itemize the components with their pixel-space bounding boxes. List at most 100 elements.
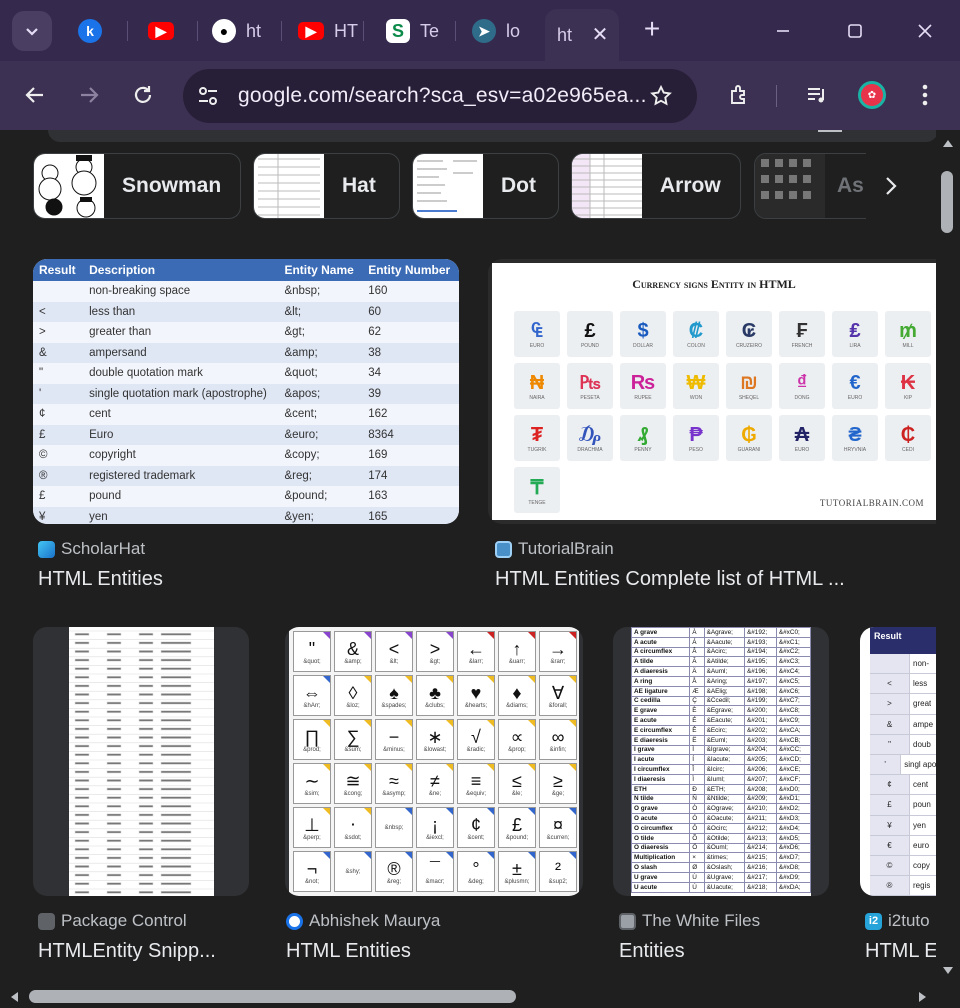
result-title[interactable]: HTMLEntity Snipp... [38, 940, 238, 963]
currency-symbol: ₫ [796, 371, 808, 394]
symbol-cell: ± &plusmn; [498, 851, 536, 892]
symbol-code: &diams; [506, 702, 528, 709]
close-tab-icon[interactable]: ✕ [589, 23, 611, 46]
result-image-i2tutorials[interactable]: Result non- < less > great & ampe " doub ' singl a… [860, 627, 936, 896]
result-image-packagecontrol[interactable] [33, 627, 249, 896]
back-button[interactable] [18, 78, 52, 112]
symbol-glyph: ⇔ [303, 682, 321, 703]
table-cell: &Euml; [703, 734, 745, 746]
scroll-right-icon[interactable] [918, 991, 928, 1003]
symbol-code: &loz; [346, 702, 360, 709]
chips-next-button[interactable] [866, 160, 916, 212]
table-cell: ¥ [870, 815, 910, 835]
tab-3[interactable]: ● ht [198, 10, 282, 52]
result-source[interactable]: ScholarHat [38, 539, 145, 559]
currency-symbol: ₰ [637, 423, 649, 446]
result-image-tutorialbrain[interactable]: Currency signs Entity in HTML ₠ EURO £ POUN… [488, 259, 936, 524]
result-source[interactable]: Package Control [38, 911, 187, 931]
result-title[interactable]: Entities [619, 940, 819, 963]
result-image-whitefiles[interactable]: A grave À &Agrave; &#192; &#xC0; A acute Á &Aac… [613, 627, 829, 896]
table-cell: &pound; [278, 486, 363, 507]
tab-6[interactable]: ➤ lo [458, 10, 542, 52]
table-cell: AE ligature [631, 685, 691, 697]
extensions-button[interactable] [722, 78, 756, 112]
currency-name: NAIRA [529, 394, 545, 401]
table-cell: 62 [362, 322, 459, 343]
table-cell: less [913, 679, 928, 689]
chip-dot[interactable]: Dot [412, 153, 559, 219]
chip-arrow[interactable]: Arrow [571, 153, 741, 219]
star-icon[interactable] [649, 84, 673, 108]
chip-as[interactable]: As [754, 153, 866, 219]
table-cell: × [689, 852, 705, 864]
result-title[interactable]: HTML E [865, 940, 936, 963]
result-source[interactable]: The White Files [619, 911, 760, 931]
symbol-code: &curren; [546, 834, 570, 841]
currency-name: POUND [580, 342, 600, 349]
vertical-scrollbar[interactable] [936, 130, 960, 986]
close-window-button[interactable] [908, 14, 942, 48]
result-title[interactable]: HTML Entities Complete list of HTML ... [495, 568, 935, 591]
minimize-button[interactable] [766, 14, 800, 48]
result-title[interactable]: HTML Entities [286, 940, 576, 963]
tab-search-button[interactable] [12, 11, 52, 51]
tab-active[interactable]: ht ✕ [545, 9, 619, 61]
table-cell: U grave [631, 871, 691, 883]
new-tab-button[interactable]: + [638, 15, 666, 43]
table-row: A circumflex Â &Acirc; &#194; &#xC2; [631, 646, 811, 658]
table-cell: &lt; [278, 301, 363, 322]
symbol-cell: & &amp; [334, 631, 372, 672]
tab-2[interactable]: ▶ [134, 10, 198, 52]
table-row: " double quotation mark &quot; 34 [33, 363, 459, 384]
maximize-button[interactable] [838, 14, 872, 48]
table-row: £ pound &pound; 163 [33, 486, 459, 507]
table-cell: &#213; [743, 832, 777, 844]
currency-name: RUPEE [634, 394, 652, 401]
result-source[interactable]: i2 i2tuto [865, 911, 930, 931]
currency-name: TUGRIK [527, 446, 547, 453]
scroll-down-icon[interactable] [942, 966, 954, 976]
table-header: Entity Name [278, 259, 363, 281]
currency-name: COLON [687, 342, 705, 349]
table-cell: £ [33, 486, 84, 507]
symbol-cell: ⊥ &perp; [293, 807, 331, 848]
scroll-up-icon[interactable] [942, 138, 954, 148]
result-title[interactable]: HTML Entities [38, 568, 458, 591]
table-cell: &#xC1; [775, 636, 811, 648]
symbol-glyph: & [346, 638, 359, 659]
currency-item: ₳ EURO [779, 415, 825, 461]
media-control-button[interactable] [800, 78, 834, 112]
forward-button[interactable] [72, 78, 106, 112]
symbol-code: &iexcl; [426, 834, 444, 841]
result-image-scholarhat[interactable]: Result Description Entity Name Entity Nu… [33, 259, 459, 524]
table-header: Description [83, 259, 279, 281]
symbol-glyph: − [388, 726, 400, 747]
currency-name: DRACHMA [577, 446, 603, 453]
menu-button[interactable] [908, 78, 942, 112]
table-row: O circumflex Ô &Ocirc; &#212; &#xD4; [631, 822, 811, 834]
tab-1[interactable]: k [64, 10, 128, 52]
horizontal-scrollbar[interactable] [0, 986, 936, 1008]
table-cell: &#xD9; [775, 871, 811, 883]
reload-button[interactable] [126, 78, 160, 112]
currency-name: PENNY [634, 446, 652, 453]
chip-snowman[interactable]: Snowman [33, 153, 241, 219]
symbol-cell: £ &pound; [498, 807, 536, 848]
scroll-left-icon[interactable] [9, 991, 19, 1003]
tab-4[interactable]: ▶ HT [284, 10, 364, 52]
chip-hat[interactable]: Hat [253, 153, 400, 219]
site-info-icon[interactable] [197, 85, 219, 107]
symbol-cell: &shy; [334, 851, 372, 892]
result-source[interactable]: Abhishek Maurya [286, 911, 440, 931]
table-cell: N tilde [631, 793, 691, 805]
tab-5[interactable]: S Te [372, 10, 456, 52]
result-image-abhishek[interactable]: " &quot; & &amp; < &lt; > &gt; ← &larr; ↑ &uarr; → &r… [285, 627, 583, 896]
result-source[interactable]: TutorialBrain [495, 539, 614, 559]
scrollbar-thumb[interactable] [29, 990, 516, 1003]
chip-thumbnail [755, 154, 825, 218]
scrollbar-thumb[interactable] [941, 171, 953, 233]
table-cell: &#xDA; [775, 881, 811, 893]
address-bar[interactable]: google.com/search?sca_esv=a02e965ea... [183, 69, 697, 123]
profile-avatar[interactable]: ✿ [855, 78, 889, 112]
symbol-code: &hArr; [303, 702, 321, 709]
